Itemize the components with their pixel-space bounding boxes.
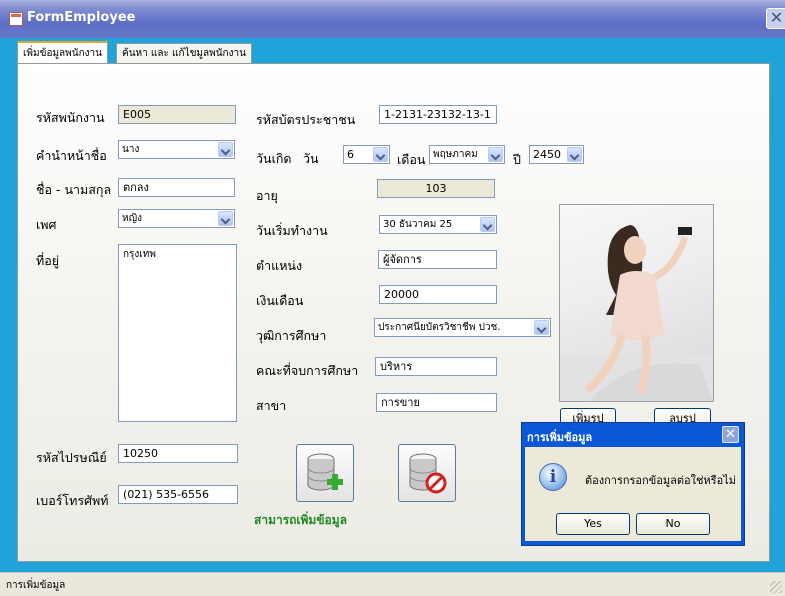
education-label: วุฒิการศึกษา bbox=[256, 328, 327, 343]
tab-add-employee[interactable]: เพิ่มข้อมูลพนักงาน bbox=[17, 41, 108, 65]
start-date-value: 30 ธันวาคม 25 bbox=[383, 219, 453, 230]
chevron-down-icon[interactable] bbox=[218, 142, 233, 157]
prefix-label: คำนำหน้าชื่อ bbox=[36, 148, 107, 163]
faculty-label: คณะที่จบการศึกษา bbox=[256, 363, 359, 378]
birth-year-select[interactable]: 2450 bbox=[529, 145, 584, 164]
full-name-label: ชื่อ - นามสกุล bbox=[36, 182, 112, 197]
window-title: FormEmployee bbox=[27, 10, 136, 25]
position-field[interactable]: ผู้จัดการ bbox=[378, 250, 497, 269]
birthdate-label: วันเกิด bbox=[256, 151, 292, 166]
major-field[interactable]: การขาย bbox=[376, 393, 497, 412]
education-value: ประกาศนียบัตรวิชาชีพ ปวช. bbox=[378, 322, 501, 333]
position-label: ตำแหน่ง bbox=[256, 258, 303, 273]
dialog-body: i ต้องการกรอกข้อมูลต่อใช่หรือไม่ Yes No bbox=[525, 447, 741, 541]
window-close-button[interactable]: ✕ bbox=[766, 8, 785, 29]
employee-photo bbox=[559, 204, 714, 402]
add-record-button[interactable] bbox=[296, 444, 354, 502]
dialog-close-button[interactable]: ✕ bbox=[722, 426, 739, 443]
major-label: สาขา bbox=[256, 398, 287, 413]
start-date-label: วันเริ่มทำงาน bbox=[256, 223, 328, 238]
national-id-field[interactable]: 1-2131-23132-13-1 bbox=[379, 105, 497, 124]
address-textarea[interactable]: กรุงเทพ bbox=[118, 244, 237, 422]
age-label: อายุ bbox=[256, 188, 278, 203]
birth-year-value: 2450 bbox=[533, 148, 561, 161]
title-bar: FormEmployee ✕ bbox=[0, 0, 785, 38]
postal-code-field[interactable]: 10250 bbox=[118, 444, 238, 463]
prefix-value: นาง bbox=[122, 144, 140, 155]
age-field: 103 bbox=[377, 179, 495, 198]
salary-label: เงินเดือน bbox=[256, 293, 304, 308]
birth-year-label: ปี bbox=[513, 152, 521, 167]
confirm-dialog: การเพิ่มข้อมูล ✕ i ต้องการกรอกข้อมูลต่อใ… bbox=[521, 422, 745, 546]
tab-search-edit-employee[interactable]: ค้นหา และ แก้ไขมูลพนักงาน bbox=[116, 43, 252, 64]
calendar-dropdown-icon[interactable] bbox=[480, 217, 495, 232]
chevron-down-icon[interactable] bbox=[567, 147, 582, 162]
status-bar: การเพิ่มข้อมูล bbox=[0, 572, 785, 596]
database-add-icon bbox=[307, 453, 343, 491]
dialog-message: ต้องการกรอกข้อมูลต่อใช่หรือไม่ bbox=[585, 474, 736, 487]
dialog-title: การเพิ่มข้อมูล bbox=[527, 431, 593, 444]
faculty-field[interactable]: บริหาร bbox=[375, 357, 497, 376]
status-bar-text: การเพิ่มข้อมูล bbox=[6, 580, 66, 591]
resize-grip[interactable] bbox=[770, 581, 782, 593]
birth-day-label: วัน bbox=[303, 151, 319, 166]
chevron-down-icon[interactable] bbox=[488, 147, 503, 162]
education-select[interactable]: ประกาศนียบัตรวิชาชีพ ปวช. bbox=[374, 318, 551, 337]
national-id-label: รหัสบัตรประชาชน bbox=[256, 112, 356, 127]
birth-month-label: เดือน bbox=[397, 152, 426, 167]
no-button[interactable]: No bbox=[636, 513, 710, 535]
chevron-down-icon[interactable] bbox=[373, 147, 388, 162]
gender-label: เพศ bbox=[36, 217, 57, 232]
yes-button[interactable]: Yes bbox=[556, 513, 630, 535]
gender-select[interactable]: หญิง bbox=[118, 209, 235, 228]
form-icon bbox=[9, 12, 23, 26]
phone-label: เบอร์โทรศัพท์ bbox=[36, 493, 109, 508]
phone-field[interactable]: (021) 535-6556 bbox=[118, 485, 238, 504]
gender-value: หญิง bbox=[122, 213, 142, 224]
salary-field[interactable]: 20000 bbox=[379, 285, 497, 304]
postal-code-label: รหัสไปรษณีย์ bbox=[36, 450, 107, 465]
birth-month-select[interactable]: พฤษภาคม bbox=[429, 145, 505, 164]
full-name-field[interactable]: ตกลง bbox=[118, 178, 235, 197]
employee-id-field[interactable]: E005 bbox=[118, 105, 236, 124]
birth-month-value: พฤษภาคม bbox=[433, 149, 478, 160]
cancel-record-button[interactable] bbox=[398, 444, 456, 502]
chevron-down-icon[interactable] bbox=[218, 211, 233, 226]
birth-day-select[interactable]: 6 bbox=[343, 145, 390, 164]
info-icon: i bbox=[539, 463, 567, 491]
prefix-select[interactable]: นาง bbox=[118, 140, 235, 159]
database-cancel-icon bbox=[409, 453, 447, 494]
employee-photo-image bbox=[560, 225, 713, 401]
birth-day-value: 6 bbox=[347, 148, 354, 161]
start-date-picker[interactable]: 30 ธันวาคม 25 bbox=[379, 215, 497, 234]
chevron-down-icon[interactable] bbox=[534, 320, 549, 335]
employee-id-label: รหัสพนักงาน bbox=[36, 110, 105, 125]
address-label: ที่อยู่ bbox=[36, 253, 60, 268]
status-message: สามารถเพิ่มข้อมูล bbox=[254, 513, 348, 527]
